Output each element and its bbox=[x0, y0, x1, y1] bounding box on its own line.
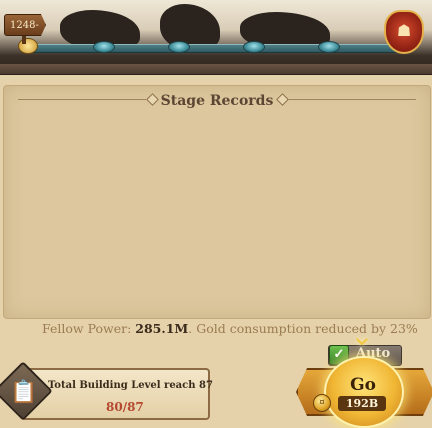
boss-shield-icon[interactable]: ☗ bbox=[384, 10, 424, 54]
quest-progress: 80/87 bbox=[106, 400, 144, 414]
stage-node[interactable] bbox=[243, 41, 265, 53]
fellow-power-prefix: Fellow Power: bbox=[42, 321, 136, 336]
stage-node[interactable] bbox=[318, 41, 340, 53]
stage-scene: 1248-1 ☗ bbox=[0, 0, 432, 74]
fellow-power-value: 285.1M bbox=[135, 321, 189, 336]
stage-records-title: Stage Records bbox=[160, 93, 274, 109]
progress-marker-icon bbox=[18, 38, 38, 54]
go-button-label: Go bbox=[350, 375, 376, 395]
quest-description: Total Building Level reach 87 bbox=[48, 380, 213, 391]
divider-bar bbox=[0, 64, 432, 75]
down-arrow-hint-icon: ⌄ bbox=[350, 319, 374, 352]
clipboard-icon: 📋 bbox=[10, 379, 38, 405]
stage-records-panel: Stage Records bbox=[3, 85, 431, 319]
stage-node[interactable] bbox=[93, 41, 115, 53]
title-ornament-line bbox=[288, 99, 416, 100]
stage-number-sign: 1248-1 bbox=[4, 14, 46, 36]
stage-progress-track bbox=[28, 44, 408, 53]
gold-reduction-text: . Gold consumption reduced by 23% bbox=[188, 321, 418, 336]
gold-coin-icon: ¤ bbox=[313, 394, 331, 412]
stage-node[interactable] bbox=[168, 41, 190, 53]
go-cost: 192B bbox=[338, 396, 386, 411]
